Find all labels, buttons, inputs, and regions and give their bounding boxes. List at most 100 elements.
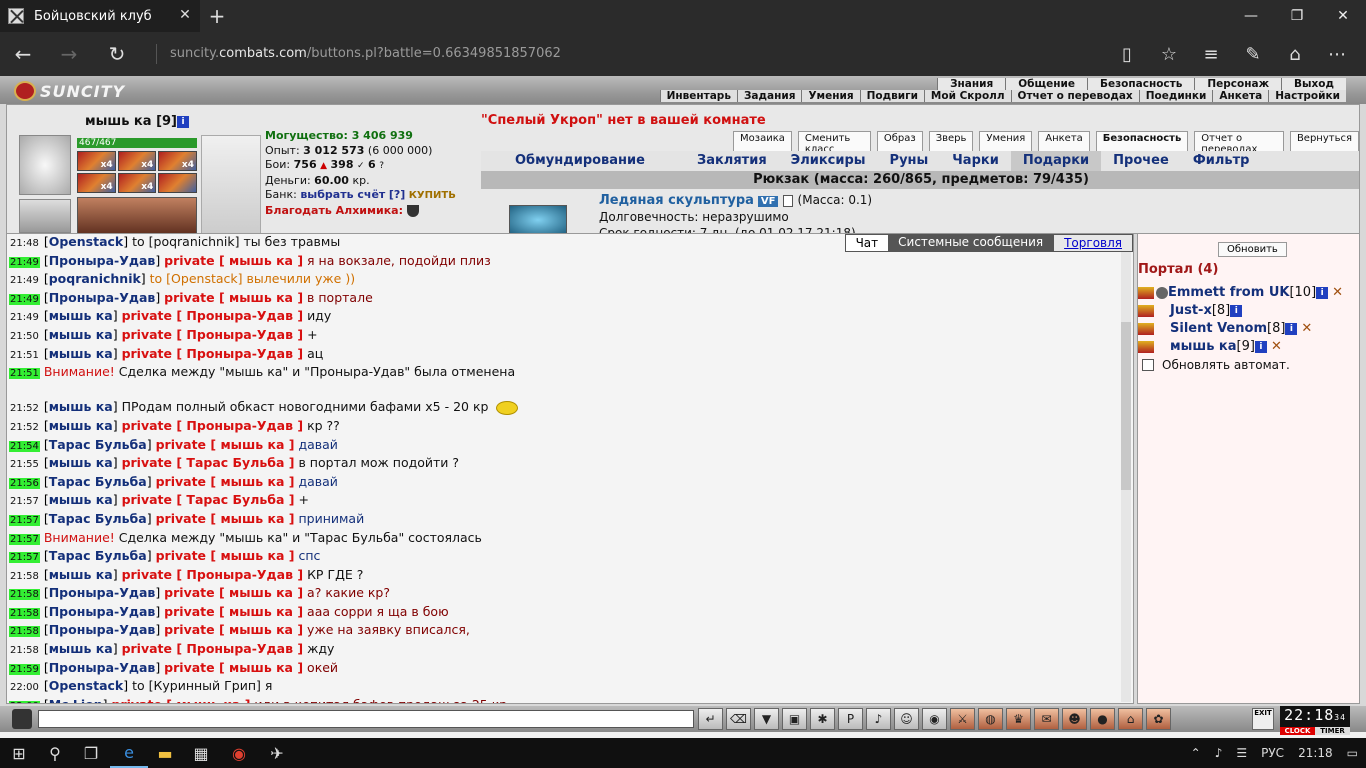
chat-sender[interactable]: мышь ка xyxy=(49,641,113,656)
chat-private-target[interactable]: private [ мышь ка ] xyxy=(156,474,295,489)
filter-icon[interactable]: ▼ xyxy=(754,708,779,730)
chat-private-target[interactable]: private [ мышь ка ] xyxy=(156,437,295,452)
chat-timestamp[interactable]: 21:58 xyxy=(9,645,40,656)
save-icon[interactable]: ▣ xyxy=(782,708,807,730)
info-icon[interactable]: i xyxy=(1316,286,1329,299)
send-icon[interactable]: ↵ xyxy=(698,708,723,730)
private-crown-icon[interactable] xyxy=(1138,304,1154,317)
notifications-icon[interactable]: ▭ xyxy=(1347,746,1358,760)
chat-to-target[interactable]: to [Openstack] xyxy=(150,271,243,286)
chat-private-target[interactable]: private [ Проныра-Удав ] xyxy=(122,641,304,656)
minimize-icon[interactable]: — xyxy=(1228,0,1274,32)
web-note-icon[interactable]: ✎ xyxy=(1232,40,1274,68)
tab-trade[interactable]: Торговля xyxy=(1053,234,1133,252)
top-menu-item[interactable]: Знания xyxy=(937,78,1006,90)
tab-chat[interactable]: Чат xyxy=(844,234,889,252)
sub-menu-item[interactable]: Подвиги xyxy=(859,90,924,102)
room-user[interactable]: Just-x[8] i xyxy=(1138,302,1343,320)
chat-sender[interactable]: Тарас Бульба xyxy=(49,548,147,563)
user-name[interactable]: Just-x xyxy=(1170,303,1212,318)
restore-icon[interactable]: ❐ xyxy=(1274,0,1320,32)
scroll-thumb[interactable] xyxy=(1121,322,1131,490)
ignore-x-icon[interactable]: ✕ xyxy=(1271,339,1282,354)
chat-sender[interactable]: мышь ка xyxy=(49,308,113,323)
chat-timestamp[interactable]: 21:58 xyxy=(9,626,40,638)
more-icon[interactable]: ⋯ xyxy=(1316,40,1358,68)
tab-other[interactable]: Прочее xyxy=(1101,151,1181,171)
task-view-icon[interactable]: ❐ xyxy=(72,738,110,768)
gloves-slot[interactable] xyxy=(19,199,71,233)
edge-icon[interactable]: e xyxy=(110,738,148,768)
tab-gifts[interactable]: Подарки xyxy=(1010,151,1102,171)
chat-private-target[interactable]: private [ Проныра-Удав ] xyxy=(122,308,304,323)
user-name[interactable]: Emmett from UK xyxy=(1168,285,1289,300)
elixir-slot[interactable]: x4 xyxy=(117,151,157,171)
auto-refresh[interactable]: Обновлять автомат. xyxy=(1142,358,1290,372)
chat-sender[interactable]: Проныра-Удав xyxy=(49,585,156,600)
refresh-button[interactable]: Обновить xyxy=(1218,242,1287,257)
share-icon[interactable]: ⌂ xyxy=(1274,40,1316,68)
auto-refresh-checkbox[interactable] xyxy=(1142,359,1154,371)
sound-icon[interactable]: ♪ xyxy=(866,708,891,730)
chat-timestamp[interactable]: 21:49 xyxy=(9,312,40,323)
timer-label[interactable]: TIMER xyxy=(1315,727,1350,735)
chat-sender[interactable]: мышь ка xyxy=(49,455,113,470)
favorite-star-icon[interactable]: ☆ xyxy=(1148,40,1190,68)
sub-menu-item[interactable]: Поединки xyxy=(1138,90,1213,102)
chat-private-target[interactable]: private [ Тарас Бульба ] xyxy=(122,455,295,470)
refresh-icon[interactable]: ↻ xyxy=(102,40,132,68)
helmet-slot[interactable] xyxy=(19,135,71,195)
chat-sender[interactable]: Проныра-Удав xyxy=(49,253,156,268)
bank-select-link[interactable]: выбрать счёт xyxy=(300,188,385,201)
sub-menu-item[interactable]: Инвентарь xyxy=(659,90,737,102)
chat-private-target[interactable]: private [ мышь ка ] xyxy=(164,622,303,637)
sub-menu-item[interactable]: Мой Скролл xyxy=(923,90,1011,102)
chat-sender[interactable]: Проныра-Удав xyxy=(49,604,156,619)
elixir-slot[interactable]: x4 xyxy=(158,151,197,171)
chat-scrollbar[interactable] xyxy=(1121,236,1131,702)
chat-private-target[interactable]: private [ Проныра-Удав ] xyxy=(122,346,304,361)
chat-timestamp[interactable]: 21:56 xyxy=(9,477,40,489)
game-app-icon[interactable]: ✈ xyxy=(258,738,296,768)
chat-timestamp[interactable]: 21:58 xyxy=(9,607,40,619)
tab-equipment[interactable]: Обмундирование xyxy=(481,151,657,171)
new-tab-icon[interactable]: + xyxy=(205,4,229,28)
private-crown-icon[interactable] xyxy=(1138,286,1154,299)
chat-timestamp[interactable]: 21:57 xyxy=(9,496,40,507)
chat-sender[interactable]: мышь ка xyxy=(49,492,113,507)
sub-menu-item[interactable]: Настройки xyxy=(1268,90,1346,102)
chat-to-target[interactable]: to [Куринный Грип] xyxy=(132,678,261,693)
chat-private-target[interactable]: private [ мышь ка ] xyxy=(156,548,295,563)
chat-timestamp[interactable]: 21:57 xyxy=(9,552,40,564)
browser-tab[interactable]: Бойцовский клуб ✕ xyxy=(0,0,200,32)
sub-menu-item[interactable]: Умения xyxy=(801,90,860,102)
chat-sender[interactable]: Проныра-Удав xyxy=(49,290,156,305)
private-crown-icon[interactable] xyxy=(1138,340,1154,353)
paw-icon[interactable]: ✿ xyxy=(1146,708,1171,730)
store-icon[interactable]: ▦ xyxy=(182,738,220,768)
user-name[interactable]: мышь ка xyxy=(1170,339,1237,354)
windows-start-icon[interactable]: ⊞ xyxy=(0,738,38,768)
walk-icon[interactable]: ✱ xyxy=(810,708,835,730)
tab-filter[interactable]: Фильтр xyxy=(1181,151,1262,171)
reading-view-icon[interactable]: ▯ xyxy=(1106,40,1148,68)
scroll-icon[interactable]: ✉ xyxy=(1034,708,1059,730)
chat-timestamp[interactable]: 22:00 xyxy=(9,682,40,693)
chat-timestamp[interactable]: 21:49 xyxy=(9,256,40,268)
volume-icon[interactable]: ♪ xyxy=(1215,746,1223,760)
chat-timestamp[interactable]: 21:50 xyxy=(9,331,40,342)
chat-private-target[interactable]: private [ Проныра-Удав ] xyxy=(122,567,304,582)
language-indicator[interactable]: РУС xyxy=(1261,746,1284,760)
elixir-slot[interactable] xyxy=(158,173,197,193)
private-icon[interactable]: P xyxy=(838,708,863,730)
tab-elixirs[interactable]: Эликсиры xyxy=(779,151,878,171)
info-icon[interactable]: i xyxy=(1285,322,1298,335)
chat-timestamp[interactable]: 22:00 xyxy=(9,700,40,703)
group-icon[interactable]: ☻ xyxy=(1062,708,1087,730)
chat-timestamp[interactable]: 21:57 xyxy=(9,533,40,545)
ignore-x-icon[interactable]: ✕ xyxy=(1332,285,1343,300)
chat-sender[interactable]: Проныра-Удав xyxy=(49,660,156,675)
room-user[interactable]: Emmett from UK[10] i ✕ xyxy=(1138,284,1343,302)
weapon-slots[interactable] xyxy=(201,135,261,233)
chat-sender[interactable]: мышь ка xyxy=(49,567,113,582)
